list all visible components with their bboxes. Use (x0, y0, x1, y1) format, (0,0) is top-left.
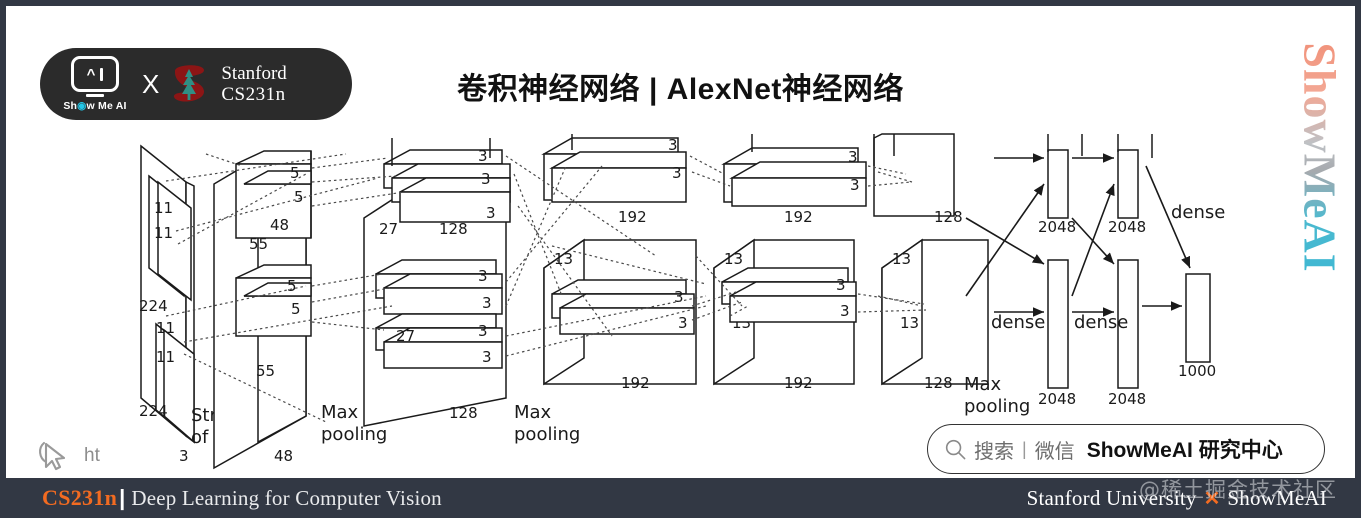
robot-screen-icon: ^ (71, 56, 119, 92)
search-separator: | (1022, 438, 1027, 459)
svg-text:1000: 1000 (1178, 362, 1216, 380)
footer-brand: ShowMeAI (1227, 485, 1327, 510)
svg-text:dense: dense (1171, 202, 1225, 223)
showmeai-wordmark-small: Sh◉w Me AI (63, 100, 127, 112)
svg-text:3: 3 (478, 147, 488, 165)
svg-text:Max: Max (514, 402, 552, 423)
svg-text:pooling: pooling (321, 424, 387, 445)
svg-text:2048: 2048 (1038, 390, 1076, 408)
svg-text:128: 128 (924, 374, 953, 392)
svg-text:dense: dense (991, 312, 1045, 333)
svg-text:pooling: pooling (964, 396, 1030, 417)
cursor-pointer-icon (39, 441, 66, 471)
footer-bar: CS231n | Deep Learning for Computer Visi… (6, 478, 1355, 518)
stanford-line-1: Stanford (221, 62, 287, 84)
wechat-search-pill[interactable]: 搜索 | 微信 ShowMeAI 研究中心 (927, 424, 1325, 474)
badge-cross-icon: X (142, 69, 160, 99)
svg-text:224: 224 (139, 297, 168, 315)
svg-text:5: 5 (294, 188, 304, 206)
footer-left: CS231n | Deep Learning for Computer Visi… (42, 485, 442, 511)
footer-cross-icon: ✕ (1203, 487, 1221, 510)
svg-text:3: 3 (668, 136, 678, 154)
svg-text:dense: dense (1074, 312, 1128, 333)
svg-text:48: 48 (274, 447, 293, 465)
svg-text:192: 192 (618, 208, 647, 226)
svg-text:192: 192 (621, 374, 650, 392)
svg-text:2048: 2048 (1108, 218, 1146, 236)
svg-text:27: 27 (379, 220, 398, 238)
svg-text:3: 3 (678, 314, 688, 332)
screen-stand (86, 94, 104, 97)
svg-text:27: 27 (396, 327, 415, 345)
svg-text:48: 48 (270, 216, 289, 234)
svg-text:3: 3 (850, 176, 860, 194)
svg-text:3: 3 (478, 322, 488, 340)
svg-text:192: 192 (784, 208, 813, 226)
svg-text:3: 3 (179, 447, 189, 465)
wechat-label: 微信 (1034, 440, 1075, 463)
svg-text:2048: 2048 (1038, 218, 1076, 236)
svg-text:3: 3 (478, 267, 488, 285)
svg-text:3: 3 (482, 294, 492, 312)
footer-pipe: | (119, 485, 126, 510)
svg-text:5: 5 (291, 300, 301, 318)
svg-text:13: 13 (724, 250, 743, 268)
svg-text:128: 128 (934, 208, 963, 226)
svg-text:128: 128 (449, 404, 478, 422)
svg-text:5: 5 (290, 164, 300, 182)
svg-text:2048: 2048 (1108, 390, 1146, 408)
svg-text:Max: Max (321, 402, 359, 423)
search-label: 搜索 (974, 440, 1014, 463)
slide-canvas: ^ Sh◉w Me AI X Stanford CS231n 卷积神经网络 | … (0, 0, 1361, 518)
footer-course-code: CS231n (42, 485, 118, 510)
svg-text:3: 3 (481, 170, 491, 188)
cursor-label: ht (84, 445, 100, 466)
footer-right: Stanford University ✕ ShowMeAI (1027, 486, 1327, 511)
svg-text:13: 13 (892, 250, 911, 268)
svg-text:3: 3 (836, 276, 846, 294)
svg-text:3: 3 (840, 302, 850, 320)
svg-text:3: 3 (674, 288, 684, 306)
footer-course-title: Deep Learning for Computer Vision (131, 486, 442, 510)
svg-text:192: 192 (784, 374, 813, 392)
svg-text:55: 55 (256, 362, 275, 380)
svg-text:11: 11 (156, 348, 175, 366)
svg-text:11: 11 (154, 199, 173, 217)
showmeai-vertical-wordmark: ShowMeAI (1291, 28, 1349, 286)
svg-text:13: 13 (900, 314, 919, 332)
brand-label: ShowMeAI 研究中心 (1086, 439, 1283, 462)
caret-glyph: ^ (86, 65, 96, 83)
stanford-s-logo-icon (169, 61, 209, 107)
stanford-course-text: Stanford CS231n (221, 63, 286, 106)
search-icon (945, 439, 966, 459)
vertical-wordmark-text: ShowMeAI (1294, 41, 1346, 273)
svg-text:pooling: pooling (514, 424, 580, 445)
svg-text:Max: Max (964, 374, 1002, 395)
svg-text:13: 13 (554, 250, 573, 268)
svg-text:3: 3 (482, 348, 492, 366)
cursor-annotation: ht (36, 438, 100, 474)
brand-badge: ^ Sh◉w Me AI X Stanford CS231n (40, 48, 352, 120)
svg-text:3: 3 (486, 204, 496, 222)
stanford-line-2: CS231n (221, 84, 286, 105)
svg-text:3: 3 (672, 164, 682, 182)
showmeai-logo: ^ Sh◉w Me AI (58, 56, 132, 112)
svg-text:3: 3 (848, 148, 858, 166)
footer-university: Stanford University (1026, 485, 1197, 510)
svg-text:11: 11 (156, 319, 175, 337)
svg-text:11: 11 (154, 224, 173, 242)
svg-text:224: 224 (139, 402, 168, 420)
bar-glyph (100, 67, 104, 81)
svg-text:5: 5 (287, 277, 297, 295)
